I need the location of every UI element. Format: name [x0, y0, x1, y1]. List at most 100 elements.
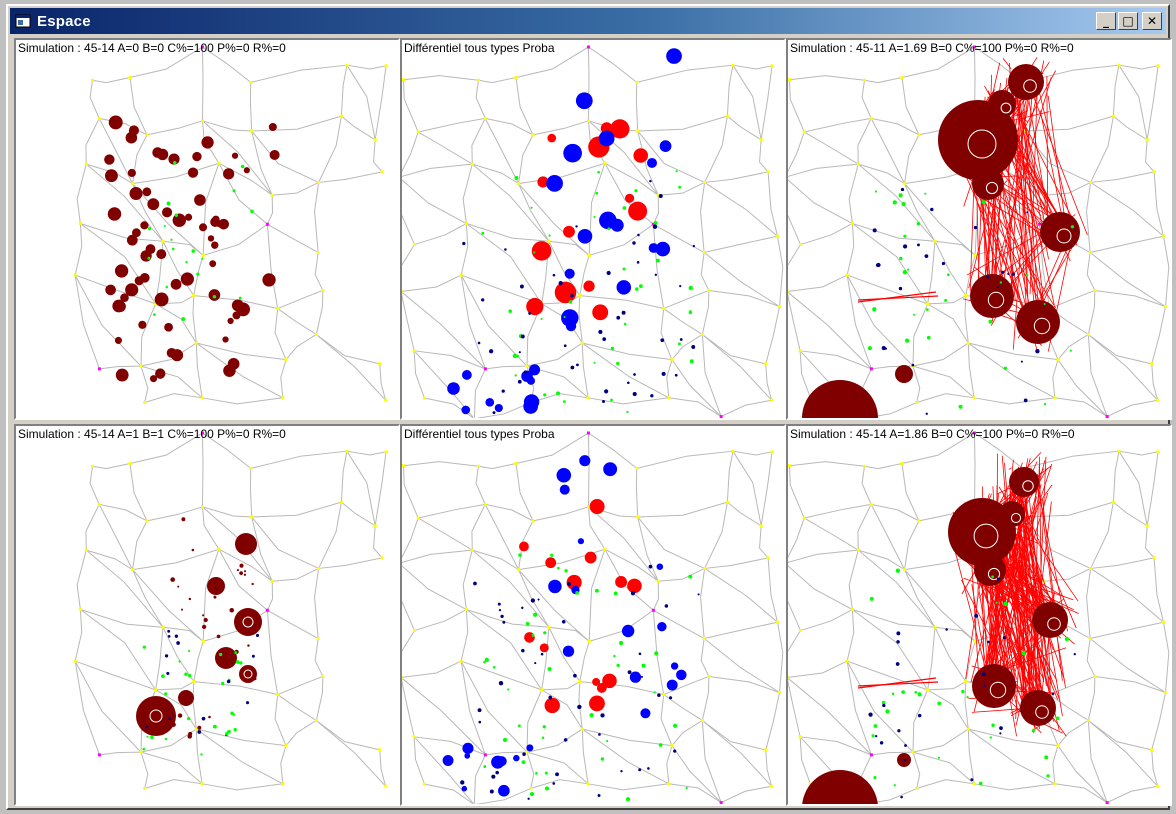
road-segment: [471, 549, 550, 628]
small-marker: [568, 300, 573, 304]
road-segment: [587, 47, 590, 121]
road-segment: [1118, 450, 1148, 526]
road-segment: [579, 681, 664, 696]
small-marker: [173, 160, 177, 165]
map-canvas[interactable]: [16, 426, 398, 804]
network-node: [586, 45, 590, 49]
negative-dot: [485, 397, 495, 407]
network-node: [1093, 288, 1097, 292]
network-node: [200, 782, 204, 786]
settlement-dot: [251, 582, 254, 586]
maximize-icon: □: [1122, 14, 1134, 28]
network-node: [416, 516, 420, 520]
map-canvas[interactable]: [788, 426, 1170, 804]
settlement-dot: [181, 517, 186, 522]
road-segment: [760, 65, 773, 140]
close-button[interactable]: ✕: [1142, 12, 1162, 30]
window-icon[interactable]: [15, 13, 31, 29]
settlement-dot: [231, 152, 239, 159]
network-node: [531, 133, 535, 137]
road-segment: [912, 365, 921, 403]
network-node: [464, 608, 468, 612]
road-segment: [277, 675, 324, 696]
small-marker: [597, 170, 600, 174]
road-segment: [403, 461, 479, 467]
network-node: [915, 787, 919, 791]
panel-simulation-top-right[interactable]: Simulation : 45-11 A=1.69 B=0 C%=100 P%=…: [786, 38, 1172, 420]
road-segment: [518, 134, 534, 184]
panel-simulation-top-left[interactable]: Simulation : 45-14 A=0 B=0 C%=100 P%=0 R…: [14, 38, 400, 420]
map-canvas[interactable]: [788, 40, 1170, 418]
settlement-dot: [202, 614, 205, 617]
small-marker: [460, 780, 465, 785]
positive-dot: [524, 632, 535, 643]
road-segment: [582, 728, 673, 747]
road-segment: [462, 163, 473, 224]
maximize-button[interactable]: □: [1118, 12, 1138, 30]
road-segment: [967, 343, 975, 398]
settlement-dot: [235, 533, 257, 555]
road-segment: [1086, 182, 1092, 253]
road-segment: [864, 77, 903, 84]
road-segment: [760, 451, 773, 526]
panel-simulation-bottom-right[interactable]: Simulation : 45-14 A=1.86 B=0 C%=100 P%=…: [786, 424, 1172, 806]
title-bar[interactable]: Espace _ □ ✕: [10, 8, 1166, 34]
network-node: [778, 304, 782, 308]
map-canvas[interactable]: [402, 40, 784, 418]
road-segment: [652, 195, 659, 225]
small-marker: [164, 692, 168, 696]
positive-dot: [554, 281, 577, 304]
small-marker: [246, 701, 250, 705]
small-marker: [1021, 650, 1026, 656]
small-marker: [221, 681, 225, 686]
road-segment: [704, 621, 778, 639]
small-marker: [185, 260, 188, 264]
small-marker: [556, 566, 560, 570]
road-segment: [251, 516, 319, 569]
small-marker: [167, 629, 171, 633]
positive-dot: [592, 304, 609, 321]
road-segment: [403, 465, 419, 519]
road-segment: [403, 79, 419, 133]
negative-dot: [442, 755, 454, 766]
negative-dot: [666, 679, 678, 691]
small-marker: [688, 574, 693, 579]
network-node: [201, 639, 205, 643]
road-segment: [318, 557, 383, 569]
road-segment: [144, 779, 203, 790]
network-node: [317, 180, 321, 184]
road-segment: [581, 728, 670, 785]
small-marker: [638, 652, 642, 656]
small-marker: [895, 568, 901, 573]
network-node: [798, 243, 802, 247]
small-marker: [991, 575, 994, 579]
negative-dot: [657, 621, 667, 632]
small-marker: [917, 713, 922, 718]
road-segment: [1106, 399, 1158, 418]
road-segment: [314, 638, 324, 677]
panel-simulation-bottom-left[interactable]: Simulation : 45-14 A=1 B=1 C%=100 P%=0 R…: [14, 424, 400, 806]
map-canvas[interactable]: [16, 40, 398, 418]
negative-dot: [563, 143, 582, 163]
network-node: [192, 680, 196, 684]
road-segment: [704, 235, 778, 253]
negative-dot: [523, 399, 538, 414]
road-segment: [526, 342, 583, 367]
map-canvas[interactable]: [402, 426, 784, 804]
road-segment: [460, 609, 469, 662]
small-marker: [1073, 653, 1076, 656]
small-marker: [164, 654, 169, 658]
network-node: [547, 239, 551, 243]
minimize-button[interactable]: _: [1096, 12, 1116, 30]
small-marker: [650, 394, 654, 398]
road-segment: [74, 660, 156, 691]
negative-dot: [462, 742, 474, 754]
road-segment: [201, 47, 204, 121]
settlement-dot: [227, 317, 234, 325]
road-segment: [846, 609, 855, 662]
network-node: [380, 170, 384, 174]
panel-differential-top[interactable]: Différentiel tous types Proba: [400, 38, 786, 420]
settlement-dot: [194, 194, 206, 206]
panel-differential-bottom[interactable]: Différentiel tous types Proba: [400, 424, 786, 806]
small-marker: [481, 298, 485, 302]
